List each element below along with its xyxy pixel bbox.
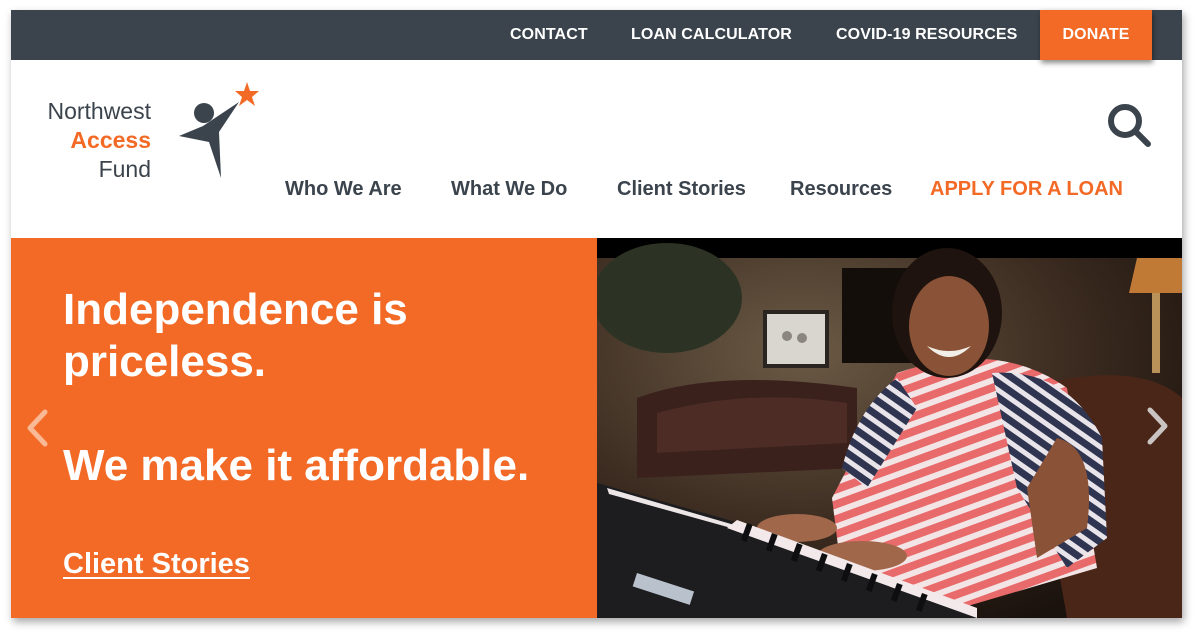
carousel-prev-button[interactable] (25, 408, 51, 448)
logo[interactable]: Northwest Access Fund (39, 80, 259, 190)
logo-line-northwest: Northwest (47, 98, 151, 124)
hero-photo (597, 238, 1182, 618)
hero-image (597, 238, 1182, 618)
site-header: Northwest Access Fund Who We Are What We… (11, 60, 1182, 238)
nav-who-we-are[interactable]: Who We Are (285, 178, 402, 201)
nav-resources[interactable]: Resources (790, 178, 892, 201)
logo-line-access: Access (70, 127, 151, 153)
covid-resources-link[interactable]: COVID-19 RESOURCES (836, 10, 1017, 60)
hero-headline-line-1: Independence is priceless. (63, 285, 408, 386)
search-button[interactable] (1106, 102, 1154, 150)
loan-calculator-link[interactable]: LOAN CALCULATOR (631, 10, 792, 60)
client-stories-link[interactable]: Client Stories (63, 548, 250, 581)
carousel-next-button[interactable] (1144, 406, 1170, 446)
nav-what-we-do[interactable]: What We Do (451, 178, 567, 201)
chevron-right-icon (1147, 407, 1168, 445)
main-nav: Who We Are What We Do Client Stories Res… (11, 178, 1182, 208)
nav-apply-for-a-loan[interactable]: APPLY FOR A LOAN (930, 178, 1123, 201)
reaching-star-figure-icon (179, 82, 259, 178)
donate-button[interactable]: DONATE (1040, 10, 1152, 60)
hero-headline: Independence is priceless. We make it af… (63, 284, 563, 492)
contact-link[interactable]: CONTACT (510, 10, 588, 60)
hero-headline-line-2: We make it affordable. (63, 441, 530, 490)
search-icon (1108, 104, 1151, 147)
logo-text: Northwest Access Fund (39, 97, 151, 184)
chevron-left-icon (27, 409, 48, 447)
page: CONTACT LOAN CALCULATOR COVID-19 RESOURC… (11, 10, 1182, 618)
hero-text-panel: Independence is priceless. We make it af… (11, 238, 597, 618)
utility-bar: CONTACT LOAN CALCULATOR COVID-19 RESOURC… (11, 10, 1182, 60)
nav-client-stories[interactable]: Client Stories (617, 178, 746, 201)
hero-carousel: Independence is priceless. We make it af… (11, 238, 1182, 618)
